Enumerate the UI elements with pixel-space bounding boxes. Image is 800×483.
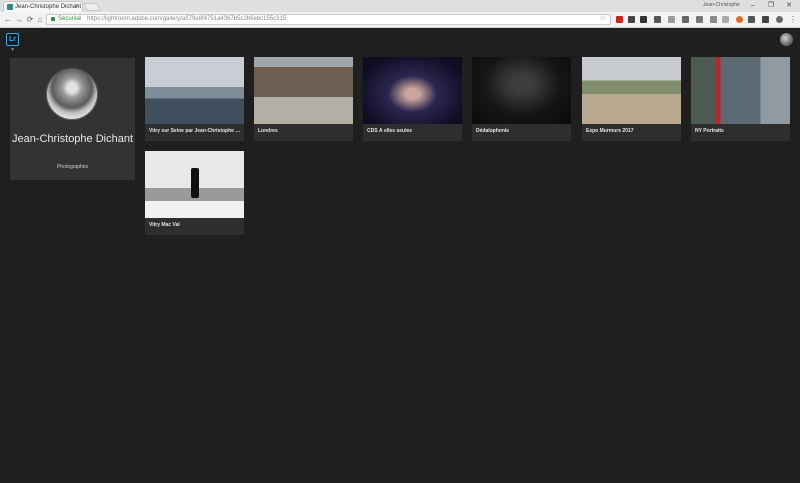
gallery-card[interactable]: NY Portraits [691, 57, 790, 141]
gallery-title[interactable]: NY Portraits [695, 128, 787, 134]
gallery-title[interactable]: Dédalophonie [476, 128, 568, 134]
gallery-thumbnail[interactable] [145, 151, 244, 218]
gallery-card[interactable]: Dédalophonie [472, 57, 571, 141]
bookmark-star-icon[interactable]: ☆ [600, 14, 606, 23]
gallery-thumbnail[interactable] [582, 57, 681, 124]
new-tab-button[interactable] [83, 3, 101, 11]
url-text[interactable]: https://lightroom.adobe.com/gallery/a579… [87, 15, 286, 24]
gallery-card[interactable]: Vitry sur Seine par Jean-Christophe Dich… [145, 57, 244, 141]
extension-icon[interactable] [748, 16, 755, 23]
reload-button[interactable]: ⟳ [25, 15, 35, 25]
forward-button[interactable]: → [14, 15, 24, 25]
profile-avatar [46, 68, 98, 120]
gallery-title[interactable]: Vitry sur Seine par Jean-Christophe Dich… [149, 128, 241, 134]
browser-tab[interactable]: Jean-Christophe Dichant × [3, 1, 83, 12]
browser-menu-icon[interactable]: ⋮ [788, 15, 798, 25]
gallery-card[interactable]: Expo Murmurs 2017 [582, 57, 681, 141]
user-avatar[interactable] [780, 33, 793, 46]
extension-icon[interactable] [722, 16, 729, 23]
gallery-thumbnail[interactable] [145, 57, 244, 124]
gallery-title[interactable]: CDS À elles seules [367, 128, 459, 134]
gallery-card[interactable]: Londres [254, 57, 353, 141]
browser-toolbar: ← → ⟳ ⌂ Sécurisé https://lightroom.adobe… [0, 12, 800, 28]
lightroom-logo[interactable]: Lr [6, 33, 19, 46]
extension-icon[interactable] [616, 16, 623, 23]
profile-card: Jean-Christophe Dichant Photographes [10, 58, 135, 180]
gallery-thumbnail[interactable] [363, 57, 462, 124]
extension-icon[interactable] [776, 16, 783, 23]
chevron-down-icon[interactable]: ▼ [10, 47, 15, 53]
gallery-title[interactable]: Londres [258, 128, 350, 134]
gallery-thumbnail[interactable] [691, 57, 790, 124]
gallery-title[interactable]: Vitry Mac Val [149, 222, 241, 228]
extension-icon[interactable] [668, 16, 675, 23]
secure-label: Sécurisé [58, 16, 82, 22]
gallery-thumbnail[interactable] [254, 57, 353, 124]
profile-name: Jean-Christophe Dichant [11, 133, 134, 145]
gallery-title[interactable]: Expo Murmurs 2017 [586, 128, 678, 134]
gallery-card[interactable]: CDS À elles seules [363, 57, 462, 141]
profile-role: Photographes [56, 164, 89, 170]
browser-tabstrip: Jean-Christophe Dichant × Jean-Christoph… [0, 0, 800, 12]
close-tab-icon[interactable]: × [75, 2, 79, 12]
extension-icon[interactable] [696, 16, 703, 23]
extension-icon[interactable] [682, 16, 689, 23]
extension-icon[interactable] [640, 16, 647, 23]
extension-icon[interactable] [762, 16, 769, 23]
minimize-button[interactable]: – [744, 0, 762, 11]
extension-icon[interactable] [710, 16, 717, 23]
extension-icon[interactable] [628, 16, 635, 23]
extension-icon[interactable] [654, 16, 661, 23]
gallery-thumbnail[interactable] [472, 57, 571, 124]
lock-icon [51, 17, 55, 21]
lightroom-favicon-icon [7, 4, 13, 10]
close-window-button[interactable]: ✕ [780, 0, 798, 11]
gallery-card[interactable]: Vitry Mac Val [145, 151, 244, 235]
tab-title: Jean-Christophe Dichant [15, 4, 82, 10]
extension-icon[interactable] [736, 16, 743, 23]
window-user-name[interactable]: Jean-Christophe [703, 2, 740, 8]
silhouette-figure [191, 168, 199, 198]
back-button[interactable]: ← [3, 15, 13, 25]
home-button[interactable]: ⌂ [35, 15, 45, 25]
address-bar[interactable]: Sécurisé https://lightroom.adobe.com/gal… [46, 14, 611, 25]
maximize-button[interactable]: ❐ [762, 0, 780, 11]
